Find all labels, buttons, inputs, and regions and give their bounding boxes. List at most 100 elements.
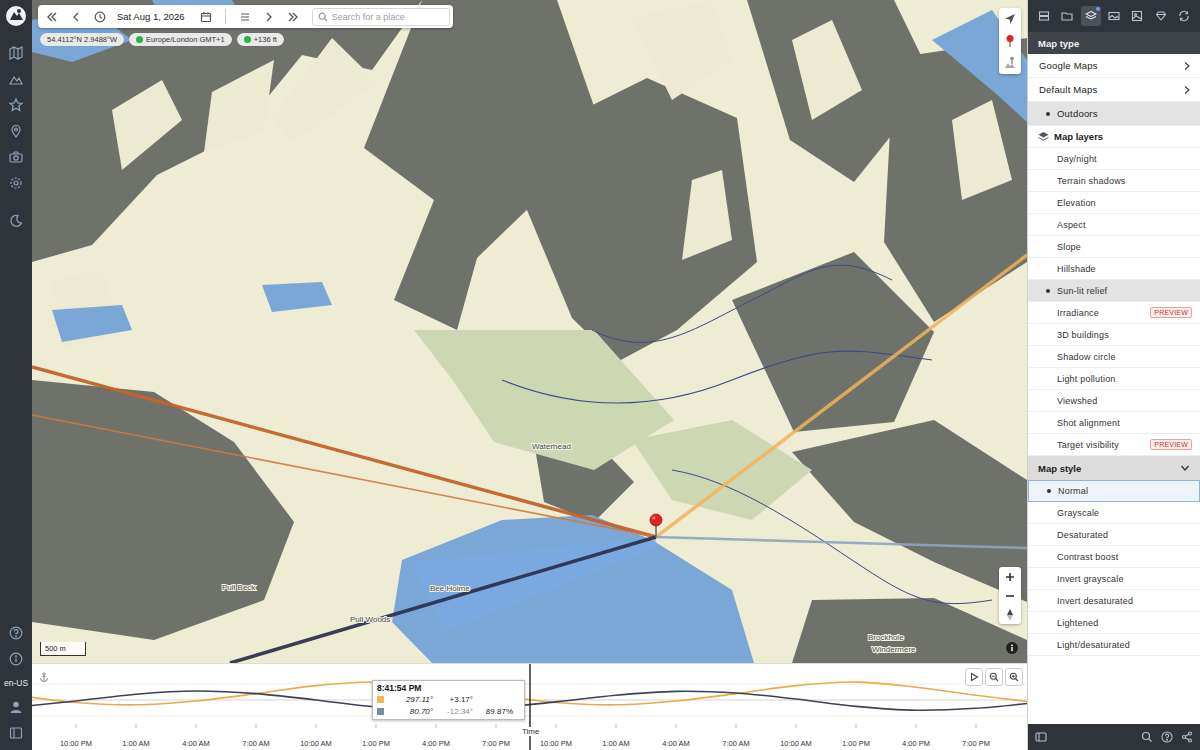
panel-item[interactable]: 3D buildings xyxy=(1028,324,1200,346)
info-icon[interactable] xyxy=(5,650,27,668)
skip-forward-icon[interactable] xyxy=(282,7,304,26)
panel-item[interactable]: IrradiancePREVIEW xyxy=(1028,302,1200,324)
zoom-out-icon[interactable] xyxy=(999,586,1021,605)
red-pin-icon[interactable] xyxy=(999,30,1021,52)
terrain-map[interactable]: WaterheadBee HolmePull WoodsPull BeckBro… xyxy=(32,0,1027,663)
previous-icon[interactable] xyxy=(65,7,87,26)
panel-tab[interactable] xyxy=(1081,6,1101,26)
panel-toggle-icon[interactable] xyxy=(5,724,27,742)
date-label[interactable]: Sat Aug 1, 2026 xyxy=(113,11,193,22)
panel-tab[interactable] xyxy=(1104,6,1124,26)
panel-item[interactable]: Terrain shadows xyxy=(1028,170,1200,192)
panel-item[interactable]: Invert desaturated xyxy=(1028,590,1200,612)
sun-moon-chart[interactable] xyxy=(32,664,1027,750)
panel-footer xyxy=(1028,724,1200,750)
share-icon[interactable] xyxy=(1180,730,1194,744)
moon-icon[interactable] xyxy=(5,212,27,230)
zoom-out-time-icon[interactable] xyxy=(985,668,1003,686)
info-chip[interactable]: 54.4112°N 2.9488°W xyxy=(40,33,124,46)
locate-icon[interactable] xyxy=(999,8,1021,30)
calendar-icon[interactable] xyxy=(195,7,217,26)
panel-item[interactable]: Google Maps xyxy=(1028,54,1200,78)
elevation-value: +3.17° xyxy=(433,695,473,704)
next-icon[interactable] xyxy=(258,7,280,26)
panel-item[interactable]: Target visibilityPREVIEW xyxy=(1028,434,1200,456)
panel-tab[interactable] xyxy=(1034,6,1054,26)
anchor-icon[interactable] xyxy=(39,672,49,682)
pin-icon[interactable] xyxy=(5,122,27,140)
camera-icon[interactable] xyxy=(5,148,27,166)
zoom-in-icon[interactable] xyxy=(999,567,1021,586)
panel-tab[interactable] xyxy=(1174,6,1194,26)
panel-item[interactable]: Slope xyxy=(1028,236,1200,258)
section-header[interactable]: Map style xyxy=(1028,456,1200,480)
sunlit-slope xyxy=(204,60,274,152)
panel-item[interactable]: Outdoors xyxy=(1028,102,1200,126)
timeline[interactable]: 10:00 PM1:00 AM4:00 AM7:00 AM10:00 AM1:0… xyxy=(32,663,1027,750)
tick-mark xyxy=(376,724,377,728)
panel-item[interactable]: Invert grayscale xyxy=(1028,568,1200,590)
sidebar-toggle-icon[interactable] xyxy=(1034,730,1048,744)
panel-item[interactable]: Default Maps xyxy=(1028,78,1200,102)
panel-item[interactable]: Light/desaturated xyxy=(1028,634,1200,656)
menu-icon[interactable] xyxy=(234,7,256,26)
play-icon[interactable] xyxy=(965,668,983,686)
tick-label: 4:00 AM xyxy=(174,739,218,748)
skip-back-icon[interactable] xyxy=(41,7,63,26)
panel-item[interactable]: Day/night xyxy=(1028,148,1200,170)
place-label: Brockhole xyxy=(868,633,904,642)
help-icon[interactable] xyxy=(5,624,27,642)
mountain-icon[interactable] xyxy=(5,70,27,88)
place-label: Waterhead xyxy=(532,442,571,451)
map-icon[interactable] xyxy=(5,44,27,62)
shadow-fan xyxy=(412,537,656,632)
tick-mark xyxy=(856,724,857,728)
panel-tab[interactable] xyxy=(1151,6,1171,26)
scale-bar: 500 m xyxy=(40,642,86,656)
search-field[interactable] xyxy=(312,8,450,26)
panel-item[interactable]: Hillshade xyxy=(1028,258,1200,280)
axis-title: Time xyxy=(521,727,540,736)
panel-item[interactable]: Sun-lit relief xyxy=(1028,280,1200,302)
panel-item[interactable]: Shadow circle xyxy=(1028,346,1200,368)
tick-mark xyxy=(556,724,557,728)
lake xyxy=(52,305,132,342)
panel-item[interactable]: Shot alignment xyxy=(1028,412,1200,434)
tick-mark xyxy=(796,724,797,728)
photo-icon xyxy=(1131,10,1143,22)
clock-icon[interactable] xyxy=(89,7,111,26)
star-icon[interactable] xyxy=(5,96,27,114)
panel-item[interactable]: Viewshed xyxy=(1028,390,1200,412)
panel-tab[interactable] xyxy=(1057,6,1077,26)
sunlit-slope xyxy=(682,170,732,260)
panel-item[interactable]: Contrast boost xyxy=(1028,546,1200,568)
panel-item[interactable]: Elevation xyxy=(1028,192,1200,214)
help-icon[interactable] xyxy=(1160,730,1174,744)
search-input[interactable] xyxy=(332,11,444,23)
target-pin-icon[interactable] xyxy=(999,52,1021,74)
gear-icon[interactable] xyxy=(5,174,27,192)
panel-tab[interactable] xyxy=(1127,6,1147,26)
time-cursor[interactable] xyxy=(529,664,530,750)
logo-icon[interactable] xyxy=(0,0,32,32)
panel-item[interactable]: Aspect xyxy=(1028,214,1200,236)
panel-item[interactable]: Light pollution xyxy=(1028,368,1200,390)
selected-dot xyxy=(1046,289,1050,293)
location-pin-icon[interactable] xyxy=(650,514,662,537)
panel-item[interactable]: Desaturated xyxy=(1028,524,1200,546)
user-icon[interactable] xyxy=(5,698,27,716)
panel-item[interactable]: Normal xyxy=(1028,480,1200,502)
series-swatch xyxy=(377,696,384,703)
map[interactable]: WaterheadBee HolmePull WoodsPull BeckBro… xyxy=(32,0,1027,663)
info-chip[interactable]: +136 ft xyxy=(237,33,284,46)
language-label[interactable]: en-US xyxy=(4,676,28,690)
zoom-in-time-icon[interactable] xyxy=(1005,668,1023,686)
compass-icon[interactable] xyxy=(999,605,1021,624)
panel-item[interactable]: Lightened xyxy=(1028,612,1200,634)
panel-item[interactable]: Grayscale xyxy=(1028,502,1200,524)
info-chip[interactable]: Europe/London GMT+1 xyxy=(129,33,232,46)
map-info-icon[interactable] xyxy=(1006,642,1018,654)
tick-mark xyxy=(616,724,617,728)
search-icon[interactable] xyxy=(1140,730,1154,744)
sync-icon xyxy=(1178,10,1190,22)
